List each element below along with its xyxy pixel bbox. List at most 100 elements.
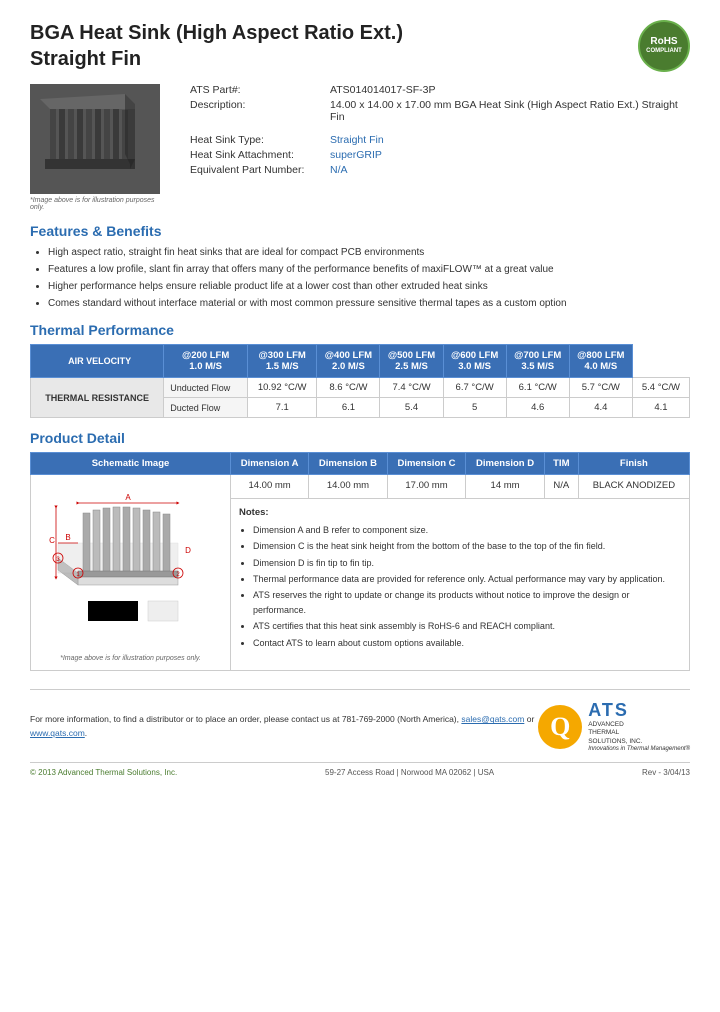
header-section: BGA Heat Sink (High Aspect Ratio Ext.) S… bbox=[30, 20, 690, 72]
feature-item: Higher performance helps ensure reliable… bbox=[48, 279, 690, 295]
svg-text:C: C bbox=[49, 536, 55, 545]
svg-text:D: D bbox=[185, 546, 191, 555]
ud-500: 6.7 °C/W bbox=[443, 378, 506, 398]
product-title: BGA Heat Sink (High Aspect Ratio Ext.) S… bbox=[30, 20, 403, 72]
header-dim-b: Dimension B bbox=[309, 453, 388, 475]
rohs-compliant: COMPLIANT bbox=[646, 48, 682, 55]
ud-600: 6.1 °C/W bbox=[506, 378, 569, 398]
col-700: @700 LFM3.5 M/S bbox=[506, 345, 569, 378]
ducted-label: Ducted Flow bbox=[164, 398, 248, 418]
attachment-label: Heat Sink Attachment: bbox=[190, 149, 330, 161]
ud-700: 5.7 °C/W bbox=[569, 378, 632, 398]
d-600: 4.6 bbox=[506, 398, 569, 418]
product-info-row: *Image above is for illustration purpose… bbox=[30, 84, 690, 211]
feature-item: Features a low profile, slant fin array … bbox=[48, 262, 690, 278]
attachment-value: superGRIP bbox=[330, 149, 382, 161]
thermal-table: AIR VELOCITY @200 LFM1.0 M/S @300 LFM1.5… bbox=[30, 344, 690, 418]
header-dim-c: Dimension C bbox=[387, 453, 466, 475]
svg-text:2: 2 bbox=[176, 572, 180, 578]
product-detail-table: Schematic Image Dimension A Dimension B … bbox=[30, 452, 690, 671]
note-item: Dimension D is fin tip to fin tip. bbox=[253, 556, 681, 570]
footer-section: For more information, to find a distribu… bbox=[30, 689, 690, 777]
note-item: Thermal performance data are provided fo… bbox=[253, 572, 681, 586]
d-500: 5 bbox=[443, 398, 506, 418]
d-200: 7.1 bbox=[248, 398, 317, 418]
title-line2: Straight Fin bbox=[30, 46, 403, 72]
header-dim-d: Dimension D bbox=[466, 453, 545, 475]
copyright-bar: © 2013 Advanced Thermal Solutions, Inc. … bbox=[30, 762, 690, 777]
dim-b-value: 14.00 mm bbox=[309, 475, 388, 499]
footer-text: For more information, to find a distribu… bbox=[30, 713, 538, 740]
row-sublabel: Unducted Flow bbox=[164, 378, 248, 398]
product-specs: ATS Part#: ATS014014017-SF-3P Descriptio… bbox=[190, 84, 690, 211]
schematic-image-container: A B C D 1 bbox=[39, 483, 222, 651]
notes-title: Notes: bbox=[239, 505, 681, 520]
dim-d-value: 14 mm bbox=[466, 475, 545, 499]
header-dim-a: Dimension A bbox=[231, 453, 309, 475]
description-value: 14.00 x 14.00 x 17.00 mm BGA Heat Sink (… bbox=[330, 99, 690, 123]
ud-400: 7.4 °C/W bbox=[380, 378, 443, 398]
col-200: @200 LFM1.0 M/S bbox=[164, 345, 248, 378]
ats-q-letter: Q bbox=[550, 712, 570, 742]
ats-logo: Q ATS ADVANCED THERMAL SOLUTIONS, INC. I… bbox=[538, 700, 690, 754]
svg-text:A: A bbox=[125, 493, 131, 502]
period: . bbox=[85, 728, 87, 738]
thermal-title: Thermal Performance bbox=[30, 322, 690, 338]
air-velocity-header: AIR VELOCITY bbox=[31, 345, 164, 378]
col-600: @600 LFM3.0 M/S bbox=[443, 345, 506, 378]
rohs-badge: RoHS COMPLIANT bbox=[638, 20, 690, 72]
website-link[interactable]: www.qats.com bbox=[30, 728, 85, 738]
d-300: 6.1 bbox=[317, 398, 380, 418]
rohs-text: RoHS bbox=[650, 36, 677, 48]
feature-item: High aspect ratio, straight fin heat sin… bbox=[48, 245, 690, 261]
schematic-cell: A B C D 1 bbox=[31, 475, 231, 671]
part-number-row: ATS Part#: ATS014014017-SF-3P bbox=[190, 84, 690, 96]
ats-name-big: ATS bbox=[588, 700, 690, 721]
page: BGA Heat Sink (High Aspect Ratio Ext.) S… bbox=[0, 0, 720, 1012]
or-text: or bbox=[527, 714, 535, 724]
d-400: 5.4 bbox=[380, 398, 443, 418]
schematic-caption: *Image above is for illustration purpose… bbox=[39, 655, 222, 662]
type-row: Heat Sink Type: Straight Fin bbox=[190, 134, 690, 146]
equiv-row: Equivalent Part Number: N/A bbox=[190, 164, 690, 176]
notes-list: Dimension A and B refer to component siz… bbox=[253, 523, 681, 650]
col-300: @300 LFM1.5 M/S bbox=[248, 345, 317, 378]
footer-content: For more information, to find a distribu… bbox=[30, 700, 690, 754]
email-link[interactable]: sales@qats.com bbox=[461, 714, 524, 724]
col-800: @800 LFM4.0 M/S bbox=[569, 345, 632, 378]
attachment-row: Heat Sink Attachment: superGRIP bbox=[190, 149, 690, 161]
product-image-area: *Image above is for illustration purpose… bbox=[30, 84, 170, 211]
image-caption: *Image above is for illustration purpose… bbox=[30, 197, 170, 211]
product-detail-title: Product Detail bbox=[30, 430, 690, 446]
header-finish: Finish bbox=[578, 453, 689, 475]
type-value: Straight Fin bbox=[330, 134, 384, 146]
address-text: 59-27 Access Road | Norwood MA 02062 | U… bbox=[325, 768, 494, 777]
d-800: 4.1 bbox=[632, 398, 689, 418]
dim-c-value: 17.00 mm bbox=[387, 475, 466, 499]
ud-200: 10.92 °C/W bbox=[248, 378, 317, 398]
note-item: ATS certifies that this heat sink assemb… bbox=[253, 619, 681, 633]
svg-text:B: B bbox=[65, 533, 70, 542]
product-image-box bbox=[30, 84, 160, 194]
equiv-label: Equivalent Part Number: bbox=[190, 164, 330, 176]
copyright-text: © 2013 Advanced Thermal Solutions, Inc. bbox=[30, 768, 177, 777]
ud-300: 8.6 °C/W bbox=[317, 378, 380, 398]
notes-cell: Notes: Dimension A and B refer to compon… bbox=[231, 498, 690, 670]
schematic-svg: A B C D 1 bbox=[48, 483, 213, 648]
type-label: Heat Sink Type: bbox=[190, 134, 330, 146]
features-list: High aspect ratio, straight fin heat sin… bbox=[48, 245, 690, 312]
col-400: @400 LFM2.0 M/S bbox=[317, 345, 380, 378]
equiv-value: N/A bbox=[330, 164, 348, 176]
header-schematic: Schematic Image bbox=[31, 453, 231, 475]
d-700: 4.4 bbox=[569, 398, 632, 418]
contact-text: For more information, to find a distribu… bbox=[30, 714, 459, 724]
thermal-resistance-label: THERMAL RESISTANCE bbox=[31, 378, 164, 418]
ats-name-line2: THERMAL bbox=[588, 729, 690, 737]
part-number: ATS014014017-SF-3P bbox=[330, 84, 435, 96]
features-title: Features & Benefits bbox=[30, 223, 690, 239]
part-label: ATS Part#: bbox=[190, 84, 330, 96]
heatsink-illustration bbox=[35, 89, 155, 189]
description-row: Description: 14.00 x 14.00 x 17.00 mm BG… bbox=[190, 99, 690, 123]
ats-name-line1: ADVANCED bbox=[588, 721, 690, 729]
title-line1: BGA Heat Sink (High Aspect Ratio Ext.) bbox=[30, 20, 403, 46]
